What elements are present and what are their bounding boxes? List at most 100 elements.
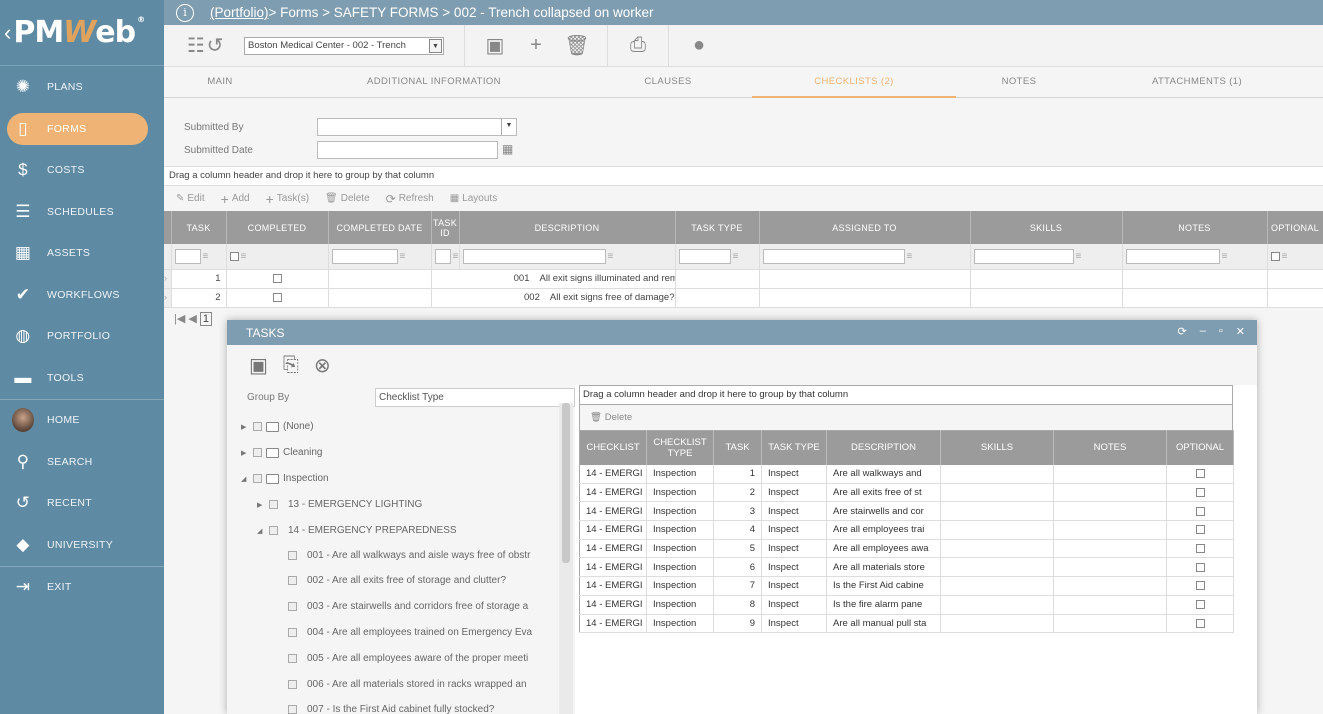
optional-checkbox[interactable]	[1195, 488, 1205, 498]
col-task-type[interactable]: TASK TYPE	[675, 211, 760, 244]
nav-tools[interactable]: ▬ TOOLS	[0, 357, 164, 399]
nav-home[interactable]: HOME	[0, 400, 164, 442]
col-task-id[interactable]: TASK ID	[431, 211, 460, 244]
col-description[interactable]: DESCRIPTION	[826, 430, 941, 465]
nav-workflows[interactable]: ✔ WORKFLOWS	[0, 274, 164, 316]
filter-icon[interactable]: ≡	[733, 251, 739, 262]
filter-checkbox[interactable]	[229, 251, 239, 261]
completed-checkbox[interactable]	[272, 292, 282, 302]
filter-icon[interactable]: ≡	[400, 251, 406, 262]
first-page-icon[interactable]: |◀	[174, 313, 185, 325]
tree-node[interactable]: ◢ 14 - EMERGENCY PREPAREDNESS	[257, 525, 457, 536]
filter-icon[interactable]: ≡	[453, 251, 459, 262]
layouts-button[interactable]: ▦ Layouts	[450, 193, 497, 204]
tree-node[interactable]: ▶ (None)	[241, 421, 314, 432]
delete-button[interactable]: 🗑 Delete	[325, 193, 370, 204]
table-row[interactable]: 14 - EMERGI Inspection 6 Inspect Are all mat…	[579, 557, 1234, 578]
tab-notes[interactable]: NOTES	[964, 67, 1074, 98]
submitted-by-select[interactable]: ▼	[317, 118, 517, 136]
optional-checkbox[interactable]	[1195, 525, 1205, 535]
nav-portfolio[interactable]: ◍ PORTFOLIO	[0, 316, 164, 358]
col-optional[interactable]: OPTIONAL	[1166, 430, 1234, 465]
nav-schedules[interactable]: ☰ SCHEDULES	[0, 191, 164, 233]
save-close-icon[interactable]: ⎘	[283, 354, 299, 377]
pmweb-logo[interactable]: ‹ PMWeb ®	[0, 0, 164, 66]
cancel-icon[interactable]: ⊗	[314, 353, 331, 378]
col-assigned-to[interactable]: ASSIGNED TO	[759, 211, 971, 244]
nav-recent[interactable]: ↺ RECENT	[0, 483, 164, 525]
filter-input[interactable]	[678, 248, 731, 264]
table-row[interactable]: › 2 002 All exit signs free of damage?	[164, 288, 1323, 308]
tab-additional-information[interactable]: ADDITIONAL INFORMATION	[344, 67, 524, 98]
col-notes[interactable]: NOTES	[1122, 211, 1268, 244]
filter-icon[interactable]: ≡	[608, 251, 614, 262]
filter-input[interactable]	[331, 248, 398, 264]
col-task[interactable]: TASK	[713, 430, 762, 465]
filter-input[interactable]	[1125, 248, 1220, 264]
nav-university[interactable]: ◆ UNIVERSITY	[0, 524, 164, 566]
info-icon[interactable]: i	[176, 3, 194, 22]
expand-icon[interactable]: ▶	[241, 423, 249, 431]
tree-checkbox[interactable]	[288, 551, 297, 560]
col-checklist[interactable]: CHECKLIST	[579, 430, 647, 465]
col-completed[interactable]: COMPLETED	[226, 211, 329, 244]
tab-checklists[interactable]: CHECKLISTS (2)	[752, 67, 956, 98]
tree-scrollbar[interactable]	[559, 403, 573, 714]
maximize-icon[interactable]: ▫	[1219, 325, 1223, 338]
tree-leaf[interactable]: 001 - Are all walkways and aisle ways fr…	[288, 550, 530, 561]
table-row[interactable]: 14 - EMERGI Inspection 3 Inspect Are stairwe…	[579, 501, 1234, 522]
col-skills[interactable]: SKILLS	[940, 430, 1054, 465]
delete-icon[interactable]: 🗑	[547, 25, 607, 67]
filter-input[interactable]	[174, 248, 201, 264]
add-button[interactable]: + Add	[221, 191, 250, 207]
filter-icon[interactable]: ≡	[1222, 251, 1228, 262]
row-expander[interactable]: ›	[164, 269, 172, 289]
tree-leaf[interactable]: 007 - Is the First Aid cabinet fully sto…	[288, 704, 494, 714]
tree-checkbox[interactable]	[288, 705, 297, 714]
tree-checkbox[interactable]	[269, 526, 278, 535]
record-select[interactable]: Boston Medical Center - 002 - Trench ▼	[244, 36, 444, 55]
tree-node[interactable]: ▶ Cleaning	[241, 447, 322, 458]
collapse-icon[interactable]: ◢	[241, 475, 249, 483]
nav-search[interactable]: ⚲ SEARCH	[0, 441, 164, 483]
back-chevron-icon[interactable]: ‹	[4, 20, 11, 46]
col-completed-date[interactable]: COMPLETED DATE	[328, 211, 432, 244]
optional-checkbox[interactable]	[1195, 506, 1205, 516]
user-icon[interactable]: ●	[669, 25, 729, 67]
row-expander[interactable]: ›	[164, 288, 172, 308]
tree-checkbox[interactable]	[253, 422, 262, 431]
scrollbar-thumb[interactable]	[562, 403, 570, 563]
col-task-type[interactable]: TASK TYPE	[761, 430, 827, 465]
group-by-drop-zone[interactable]: Drag a column header and drop it here to…	[164, 167, 1323, 186]
optional-checkbox[interactable]	[1195, 544, 1205, 554]
tree-checkbox[interactable]	[269, 500, 278, 509]
filter-icon[interactable]: ≡	[203, 251, 209, 262]
refresh-icon[interactable]: ⟳	[1178, 325, 1187, 338]
tree-leaf[interactable]: 003 - Are stairwells and corridors free …	[288, 601, 528, 612]
calendar-icon[interactable]: ▦	[502, 142, 513, 156]
filter-icon[interactable]: ≡	[1282, 251, 1288, 262]
nav-plans[interactable]: ✺ PLANS	[0, 66, 164, 108]
save-icon[interactable]: ▣	[465, 25, 525, 67]
page-number[interactable]: 1	[199, 311, 213, 326]
tree-checkbox[interactable]	[288, 602, 297, 611]
expand-icon[interactable]: ▶	[257, 501, 265, 509]
table-row[interactable]: 14 - EMERGI Inspection 1 Inspect Are all wal…	[579, 464, 1234, 484]
col-checklist-type[interactable]: CHECKLIST TYPE	[646, 430, 714, 465]
completed-checkbox[interactable]	[272, 273, 282, 283]
add-tasks-button[interactable]: + Task(s)	[266, 191, 309, 207]
filter-input[interactable]	[762, 248, 905, 264]
table-row[interactable]: 14 - EMERGI Inspection 8 Inspect Is the fire…	[579, 595, 1234, 615]
tree-leaf[interactable]: 004 - Are all employees trained on Emerg…	[288, 627, 532, 638]
group-by-select[interactable]: Checklist Type	[375, 388, 575, 407]
optional-checkbox[interactable]	[1195, 562, 1205, 572]
edit-button[interactable]: ✎ Edit	[176, 193, 205, 204]
breadcrumb-portfolio-link[interactable]: (Portfolio)	[210, 5, 269, 20]
tree-checkbox[interactable]	[253, 448, 262, 457]
close-icon[interactable]: ✕	[1236, 325, 1245, 338]
tab-main[interactable]: MAIN	[164, 67, 276, 98]
optional-checkbox[interactable]	[1195, 469, 1205, 479]
table-row[interactable]: 14 - EMERGI Inspection 5 Inspect Are all emp…	[579, 539, 1234, 559]
nav-assets[interactable]: ▦ ASSETS	[0, 233, 164, 275]
filter-input[interactable]	[434, 248, 451, 264]
